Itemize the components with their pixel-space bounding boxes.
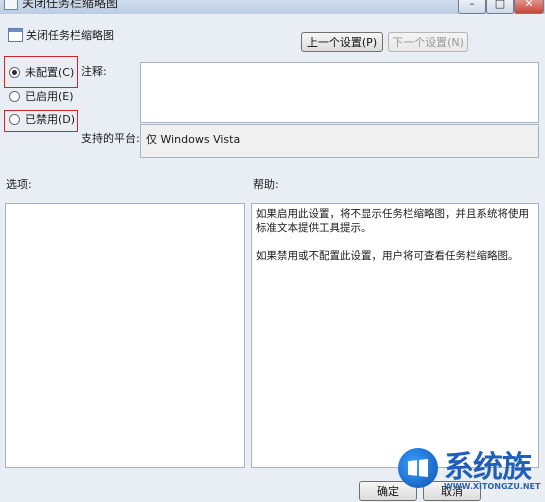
windows-logo-icon bbox=[398, 448, 438, 488]
watermark-url: WWW.XITONGZU.NET bbox=[444, 482, 541, 491]
help-paragraph: 如果启用此设置，将不显示任务栏缩略图，并且系统将使用标准文本提供工具提示。 bbox=[256, 208, 529, 234]
previous-setting-button[interactable]: 上一个设置(P) bbox=[301, 32, 383, 52]
policy-icon bbox=[4, 0, 18, 10]
help-label: 帮助: bbox=[253, 178, 279, 191]
radio-not-configured[interactable]: 未配置(C) bbox=[9, 64, 74, 80]
site-watermark: 系统族 WWW.XITONGZU.NET bbox=[392, 440, 545, 502]
platform-box: 仅 Windows Vista bbox=[140, 124, 539, 158]
radio-enabled[interactable]: 已启用(E) bbox=[9, 88, 74, 104]
radio-unselected-icon bbox=[9, 90, 20, 102]
comment-textarea[interactable] bbox=[140, 62, 539, 123]
close-button[interactable]: ✕ bbox=[514, 0, 544, 14]
radio-unselected-icon bbox=[9, 113, 20, 125]
radio-disabled[interactable]: 已禁用(D) bbox=[9, 111, 75, 127]
options-label: 选项: bbox=[6, 178, 32, 191]
help-panel[interactable]: 如果启用此设置，将不显示任务栏缩略图，并且系统将使用标准文本提供工具提示。 如果… bbox=[251, 203, 539, 468]
radio-label: 已禁用(D) bbox=[25, 113, 76, 126]
watermark-name: 系统族 bbox=[444, 450, 532, 485]
setting-title: 关闭任务栏缩略图 bbox=[26, 29, 114, 42]
platform-label: 支持的平台: bbox=[81, 132, 140, 145]
help-text: 如果启用此设置，将不显示任务栏缩略图，并且系统将使用标准文本提供工具提示。 如果… bbox=[256, 207, 534, 277]
maximize-button[interactable]: □ bbox=[486, 0, 514, 14]
next-setting-button[interactable]: 下一个设置(N) bbox=[388, 32, 468, 52]
window-title: 关闭任务栏缩略图 bbox=[22, 0, 119, 10]
options-panel bbox=[5, 203, 245, 468]
minimize-button[interactable]: – bbox=[458, 0, 486, 14]
policy-setting-icon bbox=[8, 28, 23, 42]
radio-label: 未配置(C) bbox=[25, 66, 75, 79]
platform-value: 仅 Windows Vista bbox=[146, 133, 241, 146]
radio-label: 已启用(E) bbox=[25, 90, 74, 103]
help-paragraph: 如果禁用或不配置此设置，用户将可查看任务栏缩略图。 bbox=[256, 250, 519, 262]
window-titlebar: 关闭任务栏缩略图 – □ ✕ bbox=[0, 0, 545, 14]
radio-selected-icon bbox=[9, 66, 20, 78]
comment-label: 注释: bbox=[81, 65, 107, 78]
